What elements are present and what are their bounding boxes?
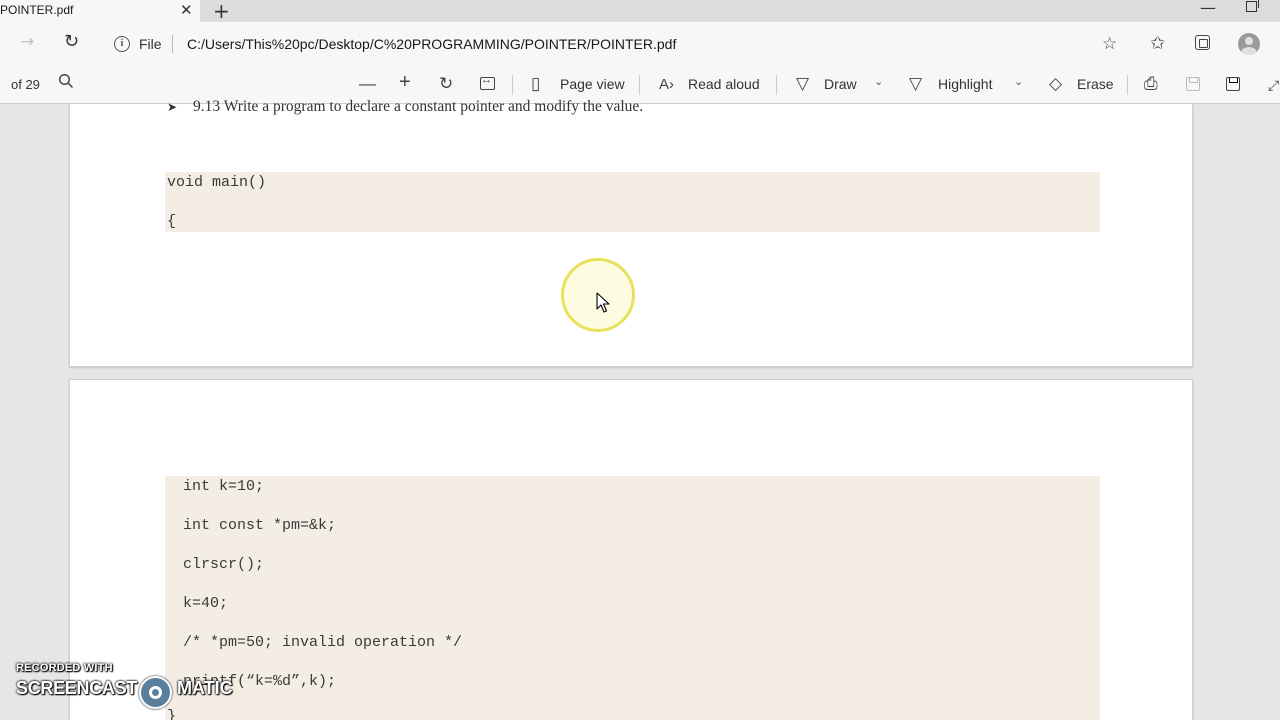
search-icon[interactable] — [58, 73, 74, 94]
code-line: clrscr(); — [183, 556, 265, 573]
page-count: of 29 — [11, 77, 40, 92]
highlight-chevron-down-icon[interactable]: ⌄ — [1014, 75, 1023, 88]
page-view-button[interactable]: Page view — [560, 76, 625, 92]
favorites-icon[interactable]: ✩ — [1150, 33, 1165, 54]
watermark-caption: RECORDED WITH — [16, 662, 113, 674]
read-aloud-button[interactable]: Read aloud — [688, 76, 760, 92]
tab-strip: POINTER.pdf ✕ + — — [0, 0, 1280, 23]
eraser-icon[interactable]: ◇ — [1049, 74, 1062, 94]
close-tab-icon[interactable]: ✕ — [180, 1, 193, 19]
print-icon[interactable]: ⎙ — [1144, 74, 1158, 94]
new-tab-icon[interactable]: + — [213, 0, 230, 23]
highlight-button[interactable]: Highlight — [938, 76, 992, 92]
minimize-icon[interactable]: — — [1200, 0, 1216, 17]
rotate-icon[interactable]: ↻ — [439, 74, 453, 94]
code-line: /* *pm=50; invalid operation */ — [183, 634, 463, 651]
mouse-cursor-icon — [596, 292, 610, 313]
toolbar-divider — [1127, 75, 1128, 95]
site-info-label[interactable]: File — [139, 36, 162, 52]
code-block: void main() { — [165, 172, 1100, 232]
restore-icon[interactable] — [1246, 0, 1259, 12]
address-divider — [172, 35, 173, 53]
read-aloud-icon[interactable]: A› — [659, 75, 674, 95]
code-line: void main() — [167, 174, 267, 191]
fit-width-icon[interactable] — [480, 74, 495, 90]
collections-icon[interactable] — [1195, 35, 1210, 50]
draw-icon[interactable]: ▽ — [796, 74, 809, 94]
code-block: int k=10; int const *pm=&k; clrscr(); k=… — [165, 476, 1100, 720]
watermark-brand-suffix: MATIC — [177, 678, 233, 698]
zoom-in-icon[interactable]: + — [399, 72, 411, 92]
screencast-logo-icon — [139, 676, 172, 709]
code-line: } — [167, 708, 177, 720]
toolbar-divider — [776, 75, 777, 95]
zoom-out-icon[interactable]: — — [359, 74, 376, 94]
watermark-brand: SCREENCAST — [16, 678, 138, 698]
reload-icon[interactable]: ↻ — [64, 31, 79, 52]
pdf-page: int k=10; int const *pm=&k; clrscr(); k=… — [69, 379, 1193, 720]
highlight-icon[interactable]: ▽ — [909, 74, 922, 94]
code-line: k=40; — [183, 595, 229, 612]
address-bar-row: → ↻ i File C:/Users/This%20pc/Desktop/C%… — [0, 22, 1280, 66]
info-icon[interactable]: i — [114, 36, 130, 52]
tab-title: POINTER.pdf — [0, 3, 74, 17]
toolbar-divider — [512, 75, 513, 95]
browser-tab[interactable]: POINTER.pdf ✕ — [0, 0, 200, 22]
code-line: int k=10; — [183, 478, 265, 495]
draw-button[interactable]: Draw — [824, 76, 857, 92]
question-heading: 9.13 Write a program to declare a consta… — [193, 98, 644, 115]
code-line: int const *pm=&k; — [183, 517, 337, 534]
erase-button[interactable]: Erase — [1077, 76, 1114, 92]
address-input[interactable]: C:/Users/This%20pc/Desktop/C%20PROGRAMMI… — [187, 36, 676, 52]
code-line: { — [167, 213, 177, 230]
toolbar-divider — [639, 75, 640, 95]
bullet-arrow-icon: ➤ — [167, 100, 178, 114]
pin-toolbar-icon[interactable]: ⤢ — [1268, 75, 1279, 95]
page-view-icon[interactable]: ▯ — [531, 74, 540, 94]
save-icon[interactable] — [1186, 77, 1200, 91]
pdf-page: ➤ 9.13 Write a program to declare a cons… — [69, 98, 1193, 367]
draw-chevron-down-icon[interactable]: ⌄ — [874, 75, 883, 88]
profile-avatar-icon[interactable] — [1238, 33, 1260, 55]
add-favorite-icon[interactable]: ☆ — [1102, 34, 1117, 54]
save-as-icon[interactable] — [1226, 77, 1240, 91]
forward-icon[interactable]: → — [20, 32, 34, 52]
